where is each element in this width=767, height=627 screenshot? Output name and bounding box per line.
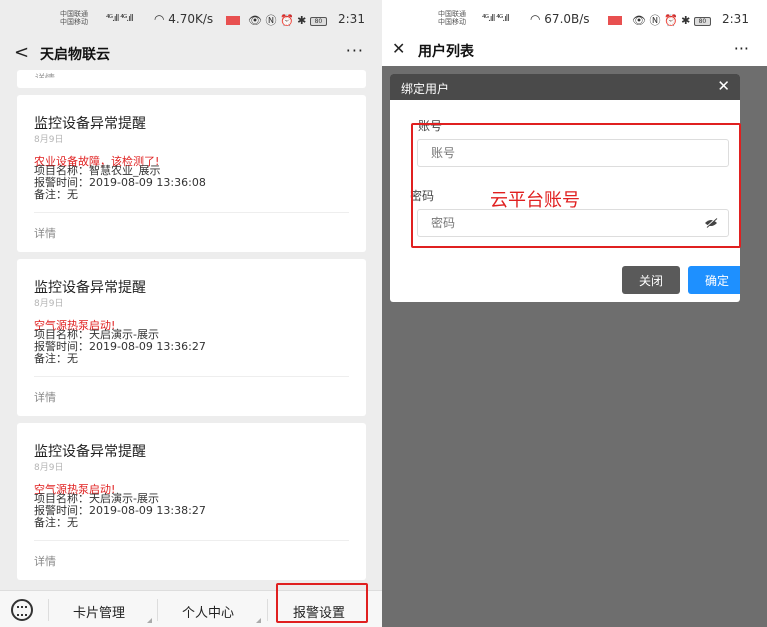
signal-icon: ⁴ᴳ.ıll ⁴ᴳ.ıll [106,14,134,24]
status-time: 2:31 [338,12,365,26]
wifi-icon: ◠ [154,12,169,26]
carrier-2: 中国移动 [60,18,88,26]
wifi-icon: ◠ [530,12,545,26]
page-title: 天启物联云 [40,47,110,63]
close-button[interactable]: 关闭 [622,266,680,294]
card-note: 备注：无 [34,188,78,201]
eye-status-icon: 👁 [632,14,646,27]
dialog-close-icon[interactable]: ✕ [717,77,730,95]
more-menu-icon[interactable]: ··· [734,39,749,58]
carrier-2: 中国移动 [438,18,466,26]
card-note: 备注：无 [34,516,78,529]
status-bar: 中国联通 中国移动 ⁴ᴳ.ıll ⁴ᴳ.ıll ◠ 4.70K/s 👁 Ⓝ ⏰ … [0,0,382,38]
confirm-button[interactable]: 确定 [688,266,740,294]
menu-separator [267,599,268,621]
menu-separator [157,599,158,621]
carrier-1: 中国联通 [60,10,88,18]
carrier-labels: 中国联通 中国移动 [60,10,88,26]
highlight-box-alarm-settings [276,583,368,623]
more-menu-icon[interactable]: ··· [346,41,364,60]
dialog-title: 绑定用户 [401,82,450,96]
message-card-partial: 详情 [17,70,366,88]
card-divider [34,376,349,377]
menu-personal-center[interactable]: 个人中心 [182,602,234,621]
card-title: 监控设备异常提醒 [34,280,146,296]
battery-icon: 80 [309,16,327,26]
carrier-labels: 中国联通 中国移动 [438,10,466,26]
card-title: 监控设备异常提醒 [34,444,146,460]
card-date: 8月9日 [34,299,64,309]
wifi-speed: ◠ 4.70K/s [154,12,213,26]
card-note: 备注：无 [34,352,78,365]
menu-separator [48,599,49,621]
menu-card-manage[interactable]: 卡片管理 [73,602,125,621]
card-detail-link[interactable]: 详情 [34,389,56,405]
carrier-1: 中国联通 [438,10,466,18]
right-phone-screen: 中国联通 中国移动 ⁴ᴳ.ıll ⁴ᴳ.ıll ◠ 67.0B/s 👁 Ⓝ ⏰ … [382,0,767,627]
network-speed: 4.70K/s [168,12,214,26]
bluetooth-icon: ✱ [297,14,307,27]
card-divider [34,540,349,541]
message-card: 监控设备异常提醒 8月9日 农业设备故障，该检测了! 项目名称：智慧农业_展示 … [17,95,366,252]
card-date: 8月9日 [34,463,64,473]
status-bar: 中国联通 中国移动 ⁴ᴳ.ıll ⁴ᴳ.ıll ◠ 67.0B/s 👁 Ⓝ ⏰ … [382,0,767,38]
eye-status-icon: 👁 [248,14,262,27]
keyboard-icon[interactable] [11,599,33,621]
notification-icon [226,16,240,25]
message-card: 监控设备异常提醒 8月9日 空气源热泵启动! 项目名称：天启演示-展示 报警时间… [17,423,366,580]
alarm-icon: ⏰ [663,14,678,27]
bluetooth-icon: ✱ [681,14,691,27]
status-icons: 👁 Ⓝ ⏰ ✱ 80 [632,12,711,28]
message-card: 监控设备异常提醒 8月9日 空气源热泵启动! 项目名称：天启演示-展示 报警时间… [17,259,366,416]
card-date: 8月9日 [34,135,64,145]
submenu-indicator-icon [256,618,261,623]
card-detail-link[interactable]: 详情 [34,553,56,569]
battery-icon: 80 [693,16,711,26]
left-phone-screen: 中国联通 中国移动 ⁴ᴳ.ıll ⁴ᴳ.ıll ◠ 4.70K/s 👁 Ⓝ ⏰ … [0,0,382,627]
back-icon[interactable]: < [14,42,29,63]
nfc-icon: Ⓝ [649,14,661,27]
page-title: 用户列表 [418,44,474,60]
card-title: 监控设备异常提醒 [34,116,146,132]
signal-icon: ⁴ᴳ.ıll ⁴ᴳ.ıll [482,14,510,24]
title-bar: ✕ 用户列表 ··· [382,36,767,66]
dialog-header: 绑定用户 ✕ [390,74,740,100]
annotation-cloud-account: 云平台账号 [490,190,580,211]
status-time: 2:31 [722,12,749,26]
status-icons: 👁 Ⓝ ⏰ ✱ 80 [248,12,327,28]
screenshot-root: 中国联通 中国移动 ⁴ᴳ.ıll ⁴ᴳ.ıll ◠ 4.70K/s 👁 Ⓝ ⏰ … [0,0,767,627]
card-detail-link[interactable]: 详情 [35,70,55,78]
submenu-indicator-icon [147,618,152,623]
notification-icon [608,16,622,25]
wifi-speed: ◠ 67.0B/s [530,12,590,26]
title-bar: < 天启物联云 ··· [0,38,382,68]
card-detail-link[interactable]: 详情 [34,225,56,241]
card-divider [34,212,349,213]
alarm-icon: ⏰ [279,14,294,27]
network-speed: 67.0B/s [544,12,590,26]
close-icon[interactable]: ✕ [392,39,405,58]
nfc-icon: Ⓝ [265,14,277,27]
